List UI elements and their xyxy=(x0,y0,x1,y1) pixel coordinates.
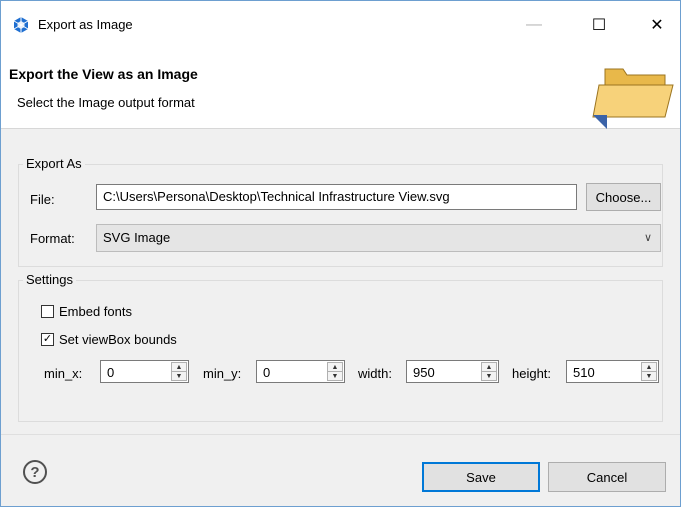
settings-label: Settings xyxy=(23,272,76,287)
spin-up-icon[interactable]: ▲ xyxy=(172,363,186,372)
close-button[interactable]: ✕ xyxy=(634,1,680,49)
chevron-down-icon: ∨ xyxy=(643,232,652,244)
spin-down-icon[interactable]: ▼ xyxy=(642,372,656,381)
export-as-group: Export As File: C:\Users\Persona\Desktop… xyxy=(18,156,663,267)
spin-up-icon[interactable]: ▲ xyxy=(328,363,342,372)
file-label: File: xyxy=(30,192,55,207)
minimize-button[interactable]: — xyxy=(511,1,557,49)
height-value: 510 xyxy=(573,365,595,380)
min-y-spin-arrows[interactable]: ▲ ▼ xyxy=(327,362,343,381)
spin-down-icon[interactable]: ▼ xyxy=(482,372,496,381)
save-button[interactable]: Save xyxy=(422,462,540,492)
page-title: Export the View as an Image xyxy=(9,66,198,82)
footer-divider xyxy=(1,434,680,435)
set-viewbox-label: Set viewBox bounds xyxy=(59,332,177,347)
open-folder-icon xyxy=(592,68,674,129)
embed-fonts-label: Embed fonts xyxy=(59,304,132,319)
file-path-input[interactable]: C:\Users\Persona\Desktop\Technical Infra… xyxy=(96,184,577,210)
min-y-value: 0 xyxy=(263,365,271,380)
window-title: Export as Image xyxy=(38,17,133,32)
choose-button[interactable]: Choose... xyxy=(586,183,661,211)
width-spinner[interactable]: 950 ▲ ▼ xyxy=(406,360,499,383)
format-select[interactable]: SVG Image ∨ xyxy=(96,224,661,252)
title-bar[interactable]: Export as Image — ☐ ✕ xyxy=(1,1,680,49)
export-as-label: Export As xyxy=(23,156,85,171)
width-label: width: xyxy=(358,366,392,381)
spin-up-icon[interactable]: ▲ xyxy=(482,363,496,372)
height-spinner[interactable]: 510 ▲ ▼ xyxy=(566,360,659,383)
help-icon[interactable]: ? xyxy=(23,460,47,484)
min-x-value: 0 xyxy=(107,365,115,380)
wizard-header: Export the View as an Image Select the I… xyxy=(1,49,680,129)
format-label: Format: xyxy=(30,231,75,246)
format-select-value: SVG Image xyxy=(103,230,171,245)
height-spin-arrows[interactable]: ▲ ▼ xyxy=(641,362,657,381)
width-spin-arrows[interactable]: ▲ ▼ xyxy=(481,362,497,381)
width-value: 950 xyxy=(413,365,435,380)
settings-group: Settings Embed fonts ✓ Set viewBox bound… xyxy=(18,272,663,422)
height-label: height: xyxy=(512,366,552,381)
min-y-spinner[interactable]: 0 ▲ ▼ xyxy=(256,360,345,383)
min-x-spin-arrows[interactable]: ▲ ▼ xyxy=(171,362,187,381)
min-y-label: min_y: xyxy=(203,366,242,381)
cancel-button[interactable]: Cancel xyxy=(548,462,666,492)
set-viewbox-checkbox[interactable]: ✓ xyxy=(41,333,54,346)
spin-up-icon[interactable]: ▲ xyxy=(642,363,656,372)
spin-down-icon[interactable]: ▼ xyxy=(328,372,342,381)
min-x-spinner[interactable]: 0 ▲ ▼ xyxy=(100,360,189,383)
spin-down-icon[interactable]: ▼ xyxy=(172,372,186,381)
min-x-label: min_x: xyxy=(44,366,83,381)
embed-fonts-checkbox[interactable] xyxy=(41,305,54,318)
maximize-button[interactable]: ☐ xyxy=(576,1,622,49)
page-subtitle: Select the Image output format xyxy=(17,95,195,110)
app-icon xyxy=(13,17,29,33)
export-image-dialog: Export as Image — ☐ ✕ Export the View as… xyxy=(0,0,681,507)
